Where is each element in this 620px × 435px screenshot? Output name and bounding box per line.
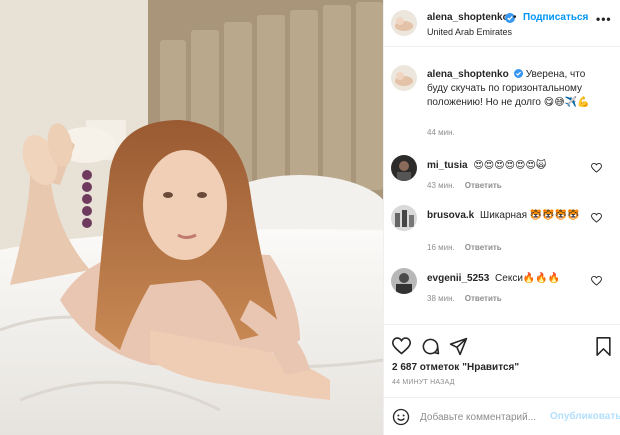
- comment-meta: 43 мин. Ответить: [427, 181, 502, 190]
- comment-username[interactable]: mi_tusia: [427, 160, 468, 171]
- comment-like-icon[interactable]: [591, 213, 602, 223]
- author-username[interactable]: alena_shoptenko: [427, 12, 509, 23]
- post-photo[interactable]: [0, 0, 383, 435]
- caption-avatar[interactable]: [391, 65, 417, 91]
- author-avatar[interactable]: [391, 10, 417, 36]
- comment-meta: 16 мин. Ответить: [427, 243, 502, 252]
- post-header: alena_shoptenko • Подписаться United Ara…: [384, 0, 620, 47]
- more-horizontal-icon[interactable]: •••: [596, 12, 612, 26]
- share-icon[interactable]: [449, 337, 468, 356]
- add-comment-bar: Опубликовать: [384, 397, 620, 435]
- comment-text-block: mi_tusia 😍😍😍😍😍😍🙀: [427, 159, 587, 173]
- comment-username[interactable]: evgenii_5253: [427, 273, 489, 284]
- comment-item: mi_tusia 😍😍😍😍😍😍🙀 43 мин. Ответить: [384, 155, 620, 211]
- caption-username[interactable]: alena_shoptenko: [427, 69, 509, 80]
- comment-input[interactable]: [420, 409, 545, 425]
- comments-area[interactable]: alena_shoptenko Уверена, что буду скучать…: [384, 47, 620, 324]
- comment-time[interactable]: 43 мин.: [427, 181, 455, 190]
- comment-text-block: brusova.k Шикарная 🐯🐯🐯🐯: [427, 209, 587, 223]
- likes-count-number: 2 687 отметок: [392, 362, 460, 373]
- post-image: [0, 0, 383, 435]
- post-location[interactable]: United Arab Emirates: [427, 27, 512, 37]
- heart-icon[interactable]: [392, 337, 411, 355]
- separator-dot: •: [513, 12, 517, 23]
- commenter-avatar[interactable]: [391, 155, 417, 181]
- comment-text: Секси🔥🔥🔥: [495, 273, 561, 284]
- caption-time[interactable]: 44 мин.: [427, 128, 455, 137]
- reply-button[interactable]: Ответить: [465, 243, 502, 252]
- reply-button[interactable]: Ответить: [465, 181, 502, 190]
- comment-text: 😍😍😍😍😍😍🙀: [473, 160, 547, 171]
- comment-text-block: evgenii_5253 Секси🔥🔥🔥: [427, 272, 587, 286]
- comment-item: brusova.k Шикарная 🐯🐯🐯🐯 16 мин. Ответить: [384, 205, 620, 261]
- caption-text-block: alena_shoptenko Уверена, что буду скучать…: [427, 68, 602, 110]
- comment-item: evgenii_5253 Секси🔥🔥🔥 38 мин. Ответить: [384, 268, 620, 324]
- commenter-avatar[interactable]: [391, 268, 417, 294]
- bookmark-icon[interactable]: [595, 337, 612, 356]
- comment-meta: 38 мин. Ответить: [427, 294, 502, 303]
- comment-like-icon[interactable]: [591, 276, 602, 286]
- post-timestamp: 44 МИНУТ НАЗАД: [392, 379, 455, 386]
- emoji-icon[interactable]: [392, 408, 410, 426]
- comment-time[interactable]: 38 мин.: [427, 294, 455, 303]
- likes-count[interactable]: 2 687 отметок "Нравится": [392, 362, 519, 373]
- comment-icon[interactable]: [421, 337, 440, 356]
- comment-username[interactable]: brusova.k: [427, 210, 474, 221]
- comment-like-icon[interactable]: [591, 163, 602, 173]
- post-side-panel: alena_shoptenko • Подписаться United Ara…: [383, 0, 620, 435]
- publish-button[interactable]: Опубликовать: [550, 411, 620, 422]
- commenter-avatar[interactable]: [391, 205, 417, 231]
- verified-badge-icon: [513, 69, 523, 78]
- reply-button[interactable]: Ответить: [465, 294, 502, 303]
- follow-button[interactable]: Подписаться: [523, 12, 588, 23]
- comment-time[interactable]: 16 мин.: [427, 243, 455, 252]
- comment-text: Шикарная 🐯🐯🐯🐯: [480, 210, 580, 221]
- likes-word: "Нравится": [462, 362, 520, 373]
